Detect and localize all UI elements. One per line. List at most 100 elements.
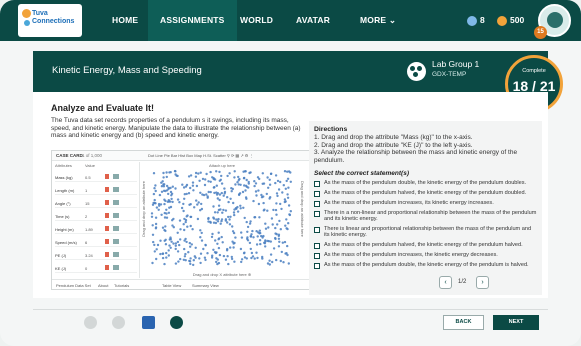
attribute-row[interactable]: Mass (kg) 0.5 [55, 172, 137, 182]
pencil-icon[interactable] [105, 265, 109, 270]
x-drop-hint[interactable]: Drag and drop X attribute here ⊕ [148, 272, 296, 277]
color-swatch[interactable] [113, 187, 119, 192]
case-dot [240, 258, 244, 261]
info-icon[interactable] [84, 316, 97, 329]
checkbox[interactable] [314, 243, 320, 249]
case-dot [215, 170, 218, 173]
audio-icon[interactable] [112, 316, 125, 329]
about-link[interactable]: About [98, 283, 108, 288]
case-dot [167, 192, 170, 196]
next-button[interactable]: NEXT [493, 315, 539, 330]
attribute-row[interactable]: Length (m) 1 [55, 185, 137, 195]
attribute-row[interactable]: KE (J) 0 [55, 263, 137, 273]
attribute-row[interactable]: Speed (m/s) 6 [55, 237, 137, 247]
case-dot [183, 193, 186, 196]
case-dot [282, 184, 285, 187]
nav-world[interactable]: WORLD [240, 0, 273, 41]
case-dot [187, 251, 190, 254]
case-dot [160, 190, 164, 193]
nav-more[interactable]: MORE ⌄ [360, 0, 396, 41]
case-dot [155, 248, 158, 251]
attribute-value: 0.5 [85, 175, 91, 180]
case-dot [289, 180, 292, 183]
tool-icon[interactable] [170, 316, 183, 329]
case-dot [164, 225, 167, 228]
case-dot [204, 258, 207, 262]
color-swatch[interactable] [113, 226, 119, 231]
case-dot [171, 185, 174, 188]
coin-icon [497, 15, 507, 26]
nav-avatar[interactable]: AVATAR [296, 0, 330, 41]
logo[interactable]: Tuva Connections [18, 4, 82, 37]
pencil-icon[interactable] [105, 252, 109, 257]
y2-drop-hint[interactable]: Drag and drop an attribute here [300, 181, 305, 237]
document-icon[interactable] [142, 316, 155, 329]
checkbox[interactable] [314, 211, 320, 217]
direction-step: 2. Drag and drop the attribute "KE (J)" … [314, 141, 473, 149]
pencil-icon[interactable] [105, 239, 109, 244]
plot-tools[interactable]: Dot Line Pie Bar Hist Box Map H.St. Scat… [148, 153, 253, 158]
pencil-icon[interactable] [105, 187, 109, 192]
color-swatch[interactable] [113, 213, 119, 218]
case-dot [205, 172, 208, 176]
attribute-value: 2 [85, 214, 88, 219]
attribute-row[interactable]: PE (J) 3.24 [55, 250, 137, 260]
case-dot [167, 199, 170, 202]
case-dot [255, 230, 258, 233]
case-dot [249, 220, 252, 223]
checkbox[interactable] [314, 253, 320, 259]
case-dot [168, 244, 171, 247]
attribute-row[interactable]: Height (m) 1.89 [55, 224, 137, 234]
tuva-tool[interactable]: CASE CARD 1 of 1,000 Dot Line Pie Bar Hi… [51, 150, 310, 290]
nav-assignments[interactable]: ASSIGNMENTS [148, 0, 237, 41]
case-dot [250, 233, 253, 236]
case-dot [233, 176, 236, 179]
color-swatch[interactable] [113, 239, 119, 244]
nav-home[interactable]: HOME [112, 0, 138, 41]
scatter-plot[interactable] [148, 163, 296, 271]
checkbox[interactable] [314, 227, 320, 233]
case-dot [200, 239, 204, 242]
color-swatch[interactable] [113, 252, 119, 257]
case-dot [220, 191, 223, 195]
checkbox[interactable] [314, 191, 320, 197]
back-button[interactable]: BACK [443, 315, 484, 330]
checkbox[interactable] [314, 201, 320, 207]
case-dot [218, 237, 221, 240]
color-swatch[interactable] [113, 265, 119, 270]
pencil-icon[interactable] [105, 200, 109, 205]
prev-page-button[interactable]: ‹ [439, 276, 452, 289]
case-dot [255, 194, 258, 197]
case-dot [243, 176, 246, 180]
color-swatch[interactable] [113, 174, 119, 179]
y-drop-hint[interactable]: Drag and drop an attribute here [141, 181, 146, 237]
checkbox[interactable] [314, 181, 320, 187]
case-dot [169, 205, 173, 209]
case-dot [215, 191, 218, 194]
case-dot [240, 231, 243, 234]
color-swatch[interactable] [113, 200, 119, 205]
case-dot [176, 231, 179, 234]
attribute-row[interactable]: Time (s) 2 [55, 211, 137, 221]
pencil-icon[interactable] [105, 226, 109, 231]
case-dot [198, 179, 201, 182]
tutorials-link[interactable]: Tutorials [114, 283, 129, 288]
case-dot [183, 255, 187, 258]
next-page-button[interactable]: › [476, 276, 489, 289]
table-view-tab[interactable]: Table View [162, 283, 181, 288]
case-dot [221, 211, 224, 214]
case-dot [245, 197, 248, 200]
case-dot [217, 231, 220, 234]
avatar[interactable]: 15 [534, 4, 571, 39]
pencil-icon[interactable] [105, 174, 109, 179]
checkbox[interactable] [314, 263, 320, 269]
case-dot [219, 222, 222, 225]
pencil-icon[interactable] [105, 213, 109, 218]
case-dot [249, 247, 252, 251]
case-dot [284, 187, 287, 190]
attribute-row[interactable]: Angle (°) 15 [55, 198, 137, 208]
case-dot [172, 242, 175, 245]
case-dot [253, 180, 256, 183]
summary-view-tab[interactable]: Summary View [192, 283, 219, 288]
case-dot [157, 208, 160, 211]
